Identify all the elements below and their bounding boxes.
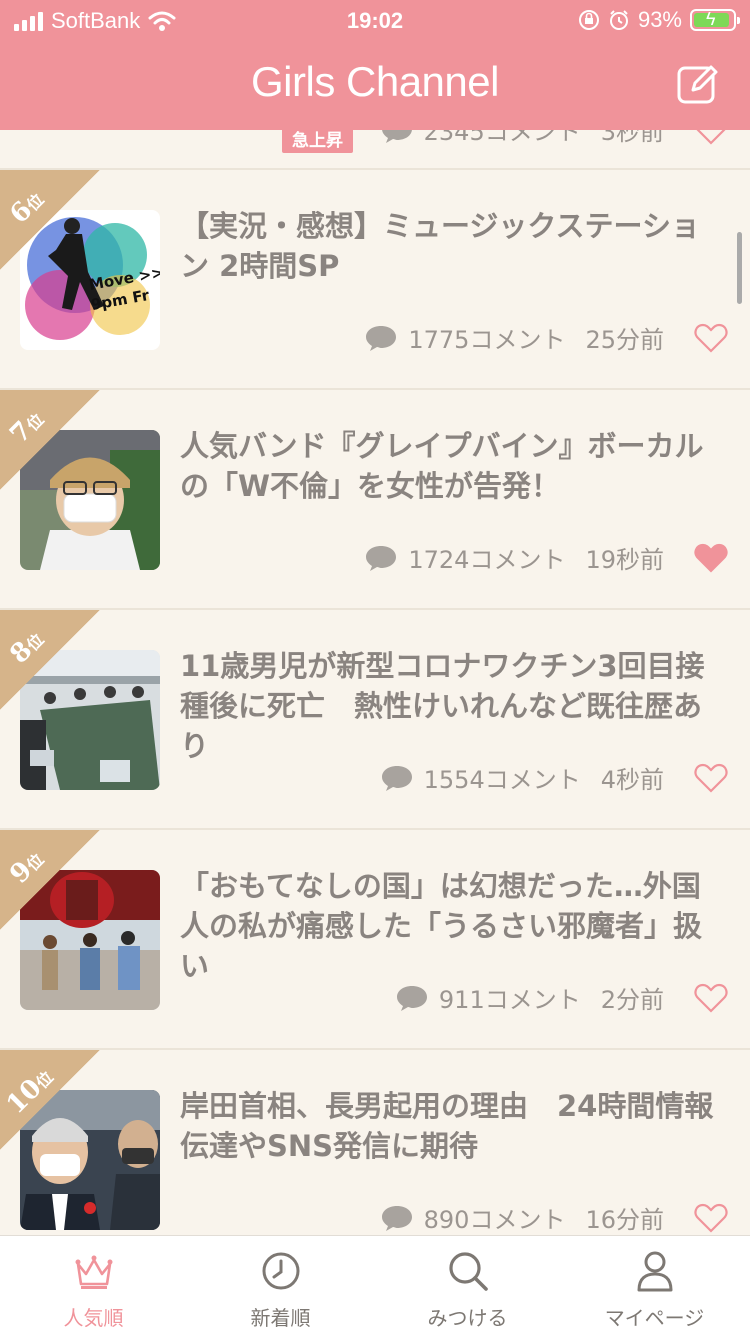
tab-discover[interactable]: みつける bbox=[374, 1236, 561, 1334]
list-item[interactable]: 10位 岸田首相、長男起用の理由 24時間情報伝達やSNS発信に期待 890コメ… bbox=[0, 1050, 750, 1235]
comment-count: 911コメント bbox=[438, 986, 581, 1014]
heart-outline-icon[interactable] bbox=[694, 322, 728, 354]
rank-flag: 9位 bbox=[0, 830, 100, 930]
comment-count: 1554コメント bbox=[423, 766, 581, 794]
comment-icon bbox=[381, 1205, 412, 1231]
comment-icon bbox=[366, 545, 397, 571]
heart-outline-icon[interactable] bbox=[694, 1202, 728, 1234]
heart-filled-icon[interactable] bbox=[694, 542, 728, 574]
compose-icon[interactable] bbox=[676, 62, 720, 106]
comment-icon bbox=[366, 325, 397, 351]
list-item[interactable]: 8位 11歳男児が新型コロナワクチン3回目接種後に死亡 熱性けいれんなど既往歴あ… bbox=[0, 610, 750, 830]
trending-badge: 急上昇 bbox=[282, 130, 353, 153]
comment-icon bbox=[396, 985, 427, 1011]
posted-time: 16分前 bbox=[585, 1206, 664, 1234]
list-item-partial[interactable]: 急上昇 2345コメント 3秒前 bbox=[0, 130, 750, 170]
comment-count: 1724コメント bbox=[408, 546, 566, 574]
rank-flag: 10位 bbox=[0, 1050, 100, 1150]
rank-flag: 7位 bbox=[0, 390, 100, 490]
comment-count: 1775コメント bbox=[408, 326, 566, 354]
tab-bar: 人気順 新着順 みつける マイページ bbox=[0, 1235, 750, 1334]
topic-title[interactable]: 人気バンド『グレイプバイン』ボーカルの「W不倫」を女性が告発！ bbox=[180, 426, 725, 506]
tab-mypage[interactable]: マイページ bbox=[561, 1236, 748, 1334]
person-icon bbox=[637, 1251, 673, 1292]
heart-outline-icon[interactable] bbox=[694, 762, 728, 794]
tab-label: マイページ bbox=[604, 1306, 705, 1330]
topic-list: 急上昇 2345コメント 3秒前 6位 Move >> 9pm Fr 【実況・感… bbox=[0, 130, 750, 1235]
heart-outline-icon[interactable] bbox=[694, 982, 728, 1014]
orientation-lock-icon bbox=[578, 10, 599, 30]
alarm-icon bbox=[609, 10, 628, 30]
rank-flag: 6位 bbox=[0, 170, 100, 270]
posted-time: 19秒前 bbox=[585, 546, 664, 574]
app-header: Girls Channel bbox=[0, 40, 750, 130]
comment-count: 890コメント bbox=[423, 1206, 566, 1234]
comment-icon bbox=[381, 765, 412, 791]
battery-icon: ϟ bbox=[690, 9, 740, 31]
list-item[interactable]: 6位 Move >> 9pm Fr 【実況・感想】ミュージックステーション 2時… bbox=[0, 170, 750, 390]
posted-time: 3秒前 bbox=[600, 130, 664, 146]
crown-icon bbox=[75, 1255, 113, 1289]
posted-time: 25分前 bbox=[585, 326, 664, 354]
posted-time: 2分前 bbox=[600, 986, 664, 1014]
list-item[interactable]: 9位 「おもてなしの国」は幻想だった…外国人の私が痛感した「うるさい邪魔者」扱い… bbox=[0, 830, 750, 1050]
heart-outline-icon[interactable] bbox=[694, 130, 728, 146]
tab-label: 新着順 bbox=[250, 1306, 311, 1330]
battery-percent: 93% bbox=[637, 7, 682, 32]
topic-title[interactable]: 【実況・感想】ミュージックステーション 2時間SP bbox=[180, 206, 725, 286]
status-bar: SoftBank 19:02 93% ϟ bbox=[0, 0, 750, 40]
list-item[interactable]: 7位 人気バンド『グレイプバイン』ボーカルの「W不倫」を女性が告発！ 1724コ… bbox=[0, 390, 750, 610]
tab-label: 人気順 bbox=[63, 1306, 124, 1330]
app-title: Girls Channel bbox=[251, 58, 499, 105]
posted-time: 4秒前 bbox=[600, 766, 664, 794]
topic-title[interactable]: 岸田首相、長男起用の理由 24時間情報伝達やSNS発信に期待 bbox=[180, 1086, 725, 1166]
comment-icon bbox=[381, 130, 412, 143]
comment-count: 2345コメント bbox=[423, 130, 581, 146]
tab-newest[interactable]: 新着順 bbox=[187, 1236, 374, 1334]
search-icon bbox=[449, 1252, 488, 1291]
tab-popular[interactable]: 人気順 bbox=[0, 1236, 187, 1334]
scrollbar[interactable] bbox=[737, 232, 742, 304]
clock-icon bbox=[262, 1252, 300, 1290]
tab-label: みつける bbox=[427, 1306, 508, 1330]
topic-title[interactable]: 「おもてなしの国」は幻想だった…外国人の私が痛感した「うるさい邪魔者」扱い bbox=[180, 866, 725, 986]
rank-flag: 8位 bbox=[0, 610, 100, 710]
topic-title[interactable]: 11歳男児が新型コロナワクチン3回目接種後に死亡 熱性けいれんなど既往歴あり bbox=[180, 646, 725, 766]
